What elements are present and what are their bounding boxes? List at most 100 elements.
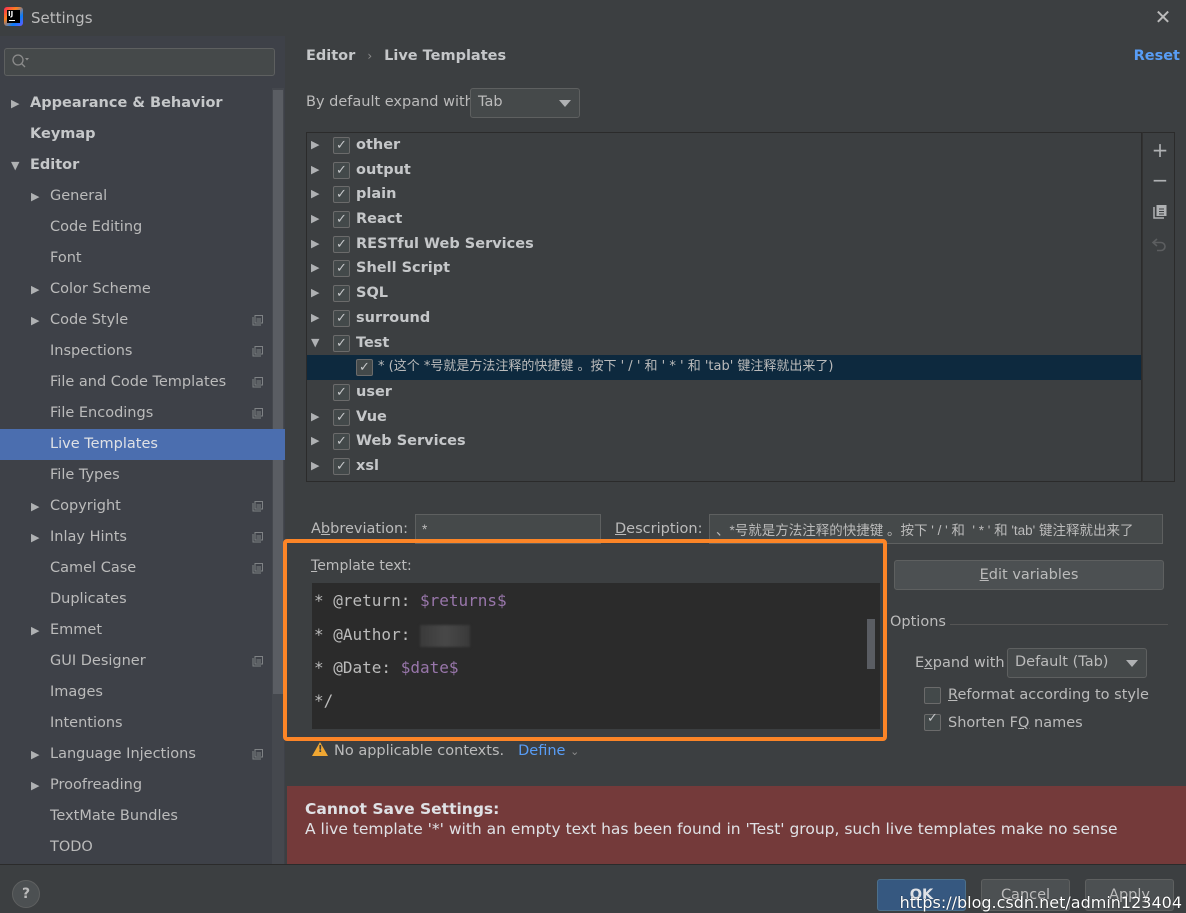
sidebar-item-file-and-code-templates[interactable]: File and Code Templates — [0, 367, 272, 398]
chevron-right-icon[interactable]: ▶ — [31, 522, 39, 553]
sidebar-item-language-injections[interactable]: ▶ Language Injections — [0, 739, 272, 770]
chevron-right-icon[interactable]: ▶ — [311, 306, 319, 330]
sidebar-item-inlay-hints[interactable]: ▶ Inlay Hints — [0, 522, 272, 553]
template-checkbox[interactable] — [333, 159, 350, 183]
sidebar-item-inspections[interactable]: Inspections — [0, 336, 272, 367]
template-checkbox[interactable] — [356, 356, 373, 380]
chevron-right-icon[interactable]: ▶ — [31, 491, 39, 522]
chevron-right-icon[interactable]: ▶ — [31, 770, 39, 801]
template-checkbox[interactable] — [333, 332, 350, 356]
sidebar-item-file-types[interactable]: File Types — [0, 460, 272, 491]
close-icon[interactable]: ✕ — [1152, 6, 1174, 28]
template-checkbox[interactable] — [333, 282, 350, 306]
chevron-right-icon[interactable]: ▶ — [31, 305, 39, 336]
sidebar-item-intentions[interactable]: Intentions — [0, 708, 272, 739]
chevron-right-icon[interactable]: ▶ — [311, 405, 319, 429]
template-group[interactable]: ▶ surround — [307, 306, 1141, 331]
breadcrumb-editor[interactable]: Editor — [306, 48, 355, 64]
remove-icon[interactable]: − — [1151, 170, 1169, 190]
sidebar-item-gui-designer[interactable]: GUI Designer — [0, 646, 272, 677]
sidebar-item-font[interactable]: Font — [0, 243, 272, 274]
sidebar-item-file-encodings[interactable]: File Encodings — [0, 398, 272, 429]
template-group[interactable]: ▶ Vue — [307, 405, 1141, 430]
chevron-right-icon[interactable]: ▶ — [31, 739, 39, 770]
template-checkbox[interactable] — [333, 183, 350, 207]
add-icon[interactable]: + — [1151, 140, 1169, 160]
template-checkbox[interactable] — [333, 430, 350, 454]
sidebar-item-code-style[interactable]: ▶ Code Style — [0, 305, 272, 336]
template-group[interactable]: ▶ RESTful Web Services — [307, 232, 1141, 257]
sidebar-item-appearance-behavior[interactable]: ▶ Appearance & Behavior — [0, 88, 272, 119]
template-group[interactable]: ▶ other — [307, 133, 1141, 158]
define-contexts-link[interactable]: Define ⌄ — [518, 743, 579, 759]
template-group[interactable]: ▶ Web Services — [307, 429, 1141, 454]
chevron-right-icon[interactable]: ▶ — [311, 207, 319, 231]
sidebar-item-general[interactable]: ▶ General — [0, 181, 272, 212]
template-group[interactable]: ▶ Shell Script — [307, 256, 1141, 281]
template-group[interactable]: user — [307, 380, 1141, 405]
sidebar-item-live-templates[interactable]: Live Templates — [0, 429, 285, 460]
chevron-down-icon: ⌄ — [570, 745, 580, 758]
sidebar-scrollbar-thumb[interactable] — [273, 90, 283, 694]
sidebar-item-copyright[interactable]: ▶ Copyright — [0, 491, 272, 522]
template-group[interactable]: ▶ xsl — [307, 454, 1141, 479]
sidebar-item-todo[interactable]: TODO — [0, 832, 272, 863]
chevron-down-icon[interactable]: ▼ — [311, 331, 319, 355]
options-expand-dropdown[interactable]: Default (Tab) — [1007, 648, 1147, 678]
sidebar-item-code-editing[interactable]: Code Editing — [0, 212, 272, 243]
chevron-down-icon[interactable]: ▼ — [11, 150, 19, 181]
restore-icon[interactable] — [1151, 235, 1169, 253]
chevron-right-icon[interactable]: ▶ — [11, 88, 19, 119]
edit-variables-button[interactable]: Edit variables — [894, 560, 1164, 590]
sidebar-item-textmate-bundles[interactable]: TextMate Bundles — [0, 801, 272, 832]
reset-link[interactable]: Reset — [1134, 48, 1180, 64]
sidebar-item-camel-case[interactable]: Camel Case — [0, 553, 272, 584]
sidebar-item-proofreading[interactable]: ▶ Proofreading — [0, 770, 272, 801]
settings-search[interactable] — [4, 48, 275, 76]
chevron-right-icon[interactable]: ▶ — [311, 158, 319, 182]
help-icon[interactable]: ? — [12, 880, 40, 908]
sidebar-item-duplicates[interactable]: Duplicates — [0, 584, 272, 615]
expand-with-dropdown[interactable]: Tab — [470, 88, 580, 118]
reformat-checkbox[interactable] — [924, 687, 941, 704]
template-checkbox[interactable] — [333, 381, 350, 405]
sidebar-item-label: Editor — [30, 157, 80, 173]
template-group[interactable]: ▼ Test — [307, 331, 1141, 356]
template-checkbox[interactable] — [333, 455, 350, 479]
template-group[interactable]: ▶ React — [307, 207, 1141, 232]
chevron-right-icon[interactable]: ▶ — [311, 182, 319, 206]
templates-toolbar: + − — [1142, 132, 1175, 482]
sidebar-item-color-scheme[interactable]: ▶ Color Scheme — [0, 274, 272, 305]
template-name: * (这个 *号就是方法注释的快捷键 。按下 ' / ' 和 ' * ' 和 '… — [378, 359, 834, 375]
template-checkbox[interactable] — [333, 406, 350, 430]
chevron-right-icon[interactable]: ▶ — [311, 281, 319, 305]
chevron-right-icon[interactable]: ▶ — [31, 274, 39, 305]
template-group[interactable]: ▶ SQL — [307, 281, 1141, 306]
search-input[interactable] — [35, 51, 270, 73]
template-checkbox[interactable] — [333, 233, 350, 257]
sidebar-item-keymap[interactable]: Keymap — [0, 119, 272, 150]
chevron-right-icon[interactable]: ▶ — [311, 429, 319, 453]
chevron-right-icon[interactable]: ▶ — [311, 133, 319, 157]
chevron-right-icon[interactable]: ▶ — [31, 615, 39, 646]
chevron-right-icon[interactable]: ▶ — [311, 454, 319, 478]
chevron-right-icon[interactable]: ▶ — [311, 232, 319, 256]
template-checkbox[interactable] — [333, 208, 350, 232]
chevron-right-icon[interactable]: ▶ — [311, 256, 319, 280]
sidebar-item-images[interactable]: Images — [0, 677, 272, 708]
sidebar-item-editor[interactable]: ▼ Editor — [0, 150, 272, 181]
shorten-fq-checkbox[interactable] — [924, 711, 941, 731]
copy-icon[interactable] — [1151, 203, 1169, 221]
template-group[interactable]: ▶ plain — [307, 182, 1141, 207]
sidebar-item-emmet[interactable]: ▶ Emmet — [0, 615, 272, 646]
template-group[interactable]: ▶ output — [307, 158, 1141, 183]
template-checkbox[interactable] — [333, 134, 350, 158]
chevron-right-icon[interactable]: ▶ — [31, 181, 39, 212]
reformat-label: Reformat according to style — [948, 687, 1149, 703]
template-name: Vue — [356, 408, 387, 425]
project-scope-icon — [252, 501, 263, 512]
template-item[interactable]: * (这个 *号就是方法注释的快捷键 。按下 ' / ' 和 ' * ' 和 '… — [307, 355, 1141, 380]
template-checkbox[interactable] — [333, 307, 350, 331]
template-checkbox[interactable] — [333, 257, 350, 281]
sidebar-item-label: TextMate Bundles — [50, 808, 178, 824]
